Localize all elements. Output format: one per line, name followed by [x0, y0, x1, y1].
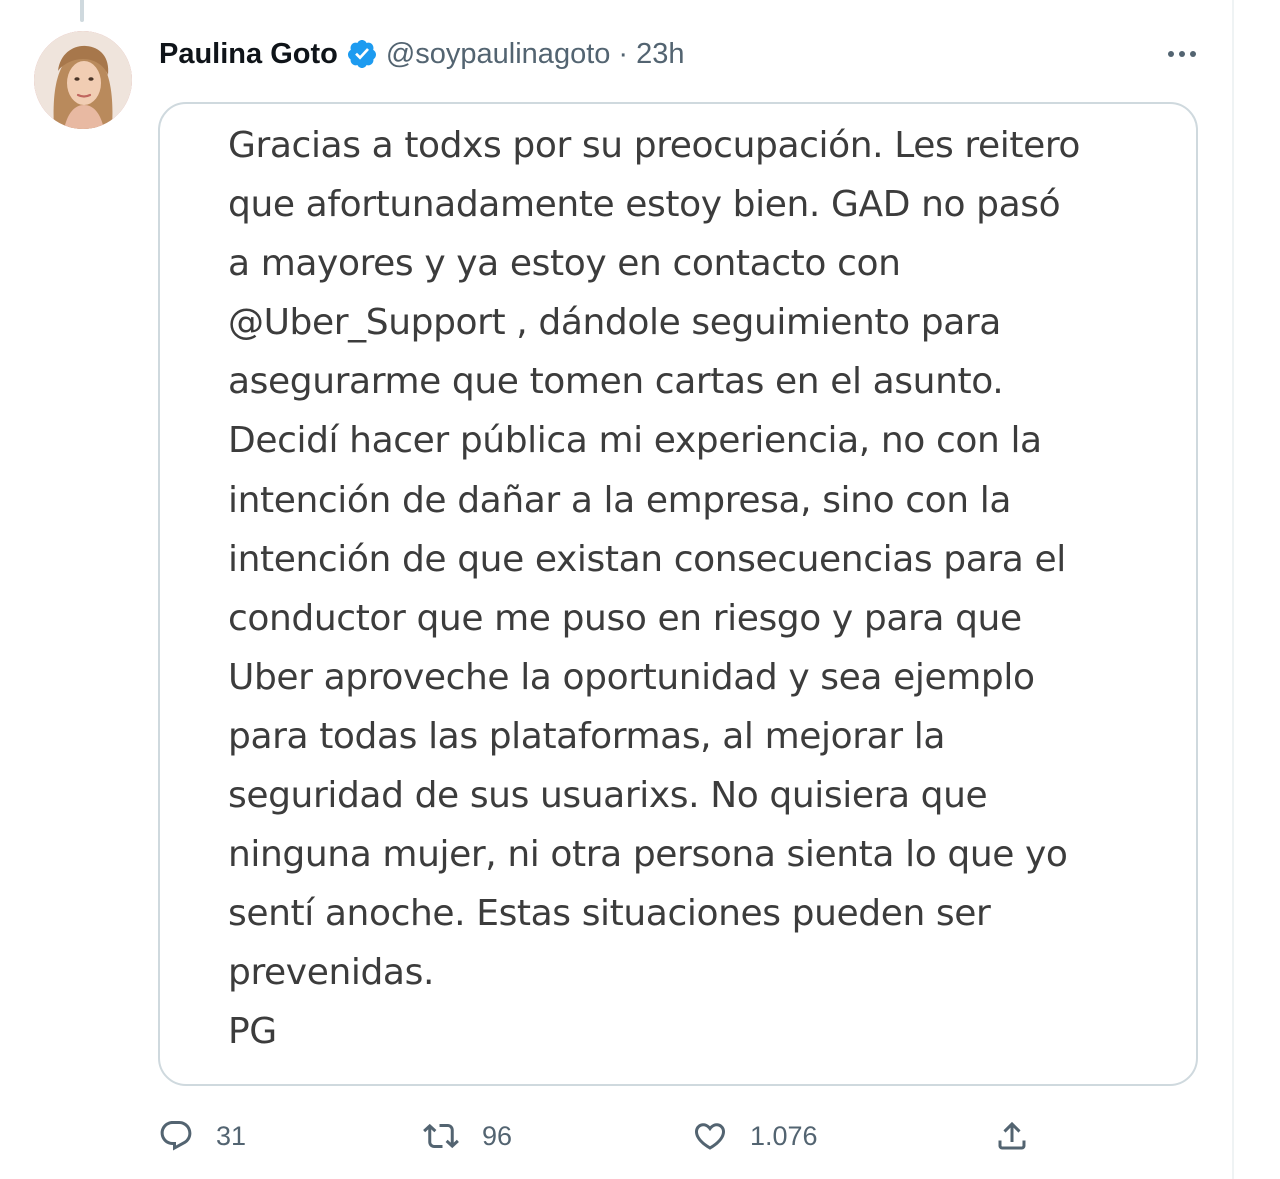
statement-line: que afortunadamente estoy bien. GAD no p…: [228, 184, 1061, 226]
reply-button[interactable]: 31: [158, 1110, 246, 1162]
thread-connector-line: [80, 0, 84, 22]
verified-badge-icon: [346, 38, 378, 70]
avatar-photo: [34, 31, 132, 129]
statement-line: PG: [228, 1011, 277, 1053]
retweet-button[interactable]: 96: [422, 1110, 512, 1162]
attached-image-card[interactable]: Gracias a todxs por su preocupación. Les…: [158, 102, 1198, 1086]
author-name[interactable]: Paulina Goto: [159, 38, 338, 71]
statement-line: a mayores y ya estoy en contacto con: [228, 243, 901, 285]
statement-line: @Uber_Support , dándole seguimiento para: [228, 302, 1001, 344]
statement-line: prevenidas.: [228, 952, 434, 994]
header-separator: ·: [618, 37, 629, 70]
heart-icon: [694, 1123, 726, 1150]
statement-line: Gracias a todxs por su preocupación. Les…: [228, 125, 1081, 166]
timeline-column-border: [1232, 0, 1234, 1179]
tweet-actions-bar: 31 96 1.076: [158, 1110, 1058, 1162]
statement-line: conductor que me puso en riesgo y para q…: [228, 597, 1022, 639]
avatar[interactable]: [34, 31, 132, 129]
share-icon: [998, 1121, 1026, 1150]
statement-line: Uber aproveche la oportunidad y sea ejem…: [228, 656, 1035, 698]
like-count: 1.076: [750, 1120, 818, 1151]
tweet-header: Paulina Goto @soypaulinagoto · 23h: [159, 32, 684, 76]
statement-line: intención de que existan consecuencias p…: [228, 538, 1066, 580]
reply-icon: [160, 1121, 192, 1151]
like-button[interactable]: 1.076: [692, 1110, 818, 1162]
reply-count: 31: [216, 1120, 247, 1151]
retweet-count: 96: [482, 1120, 513, 1151]
statement-line: Decidí hacer pública mi experiencia, no …: [228, 420, 1042, 462]
share-button[interactable]: [994, 1110, 1030, 1162]
statement-line: para todas las plataformas, al mejorar l…: [228, 715, 945, 757]
retweet-icon: [423, 1123, 459, 1149]
more-dots-icon[interactable]: [1160, 38, 1204, 70]
author-handle[interactable]: @soypaulinagoto: [386, 38, 611, 71]
statement-line: ninguna mujer, ni otra persona sienta lo…: [228, 834, 1068, 876]
statement-line: asegurarme que tomen cartas en el asunto…: [228, 361, 1004, 403]
statement-text: Gracias a todxs por su preocupación. Les…: [228, 116, 1168, 1062]
statement-line: intención de dañar a la empresa, sino co…: [228, 479, 1011, 521]
statement-line: seguridad de sus usuarixs. No quisiera q…: [228, 775, 988, 817]
statement-line: sentí anoche. Estas situaciones pueden s…: [228, 893, 991, 935]
tweet-timestamp[interactable]: 23h: [636, 38, 684, 71]
